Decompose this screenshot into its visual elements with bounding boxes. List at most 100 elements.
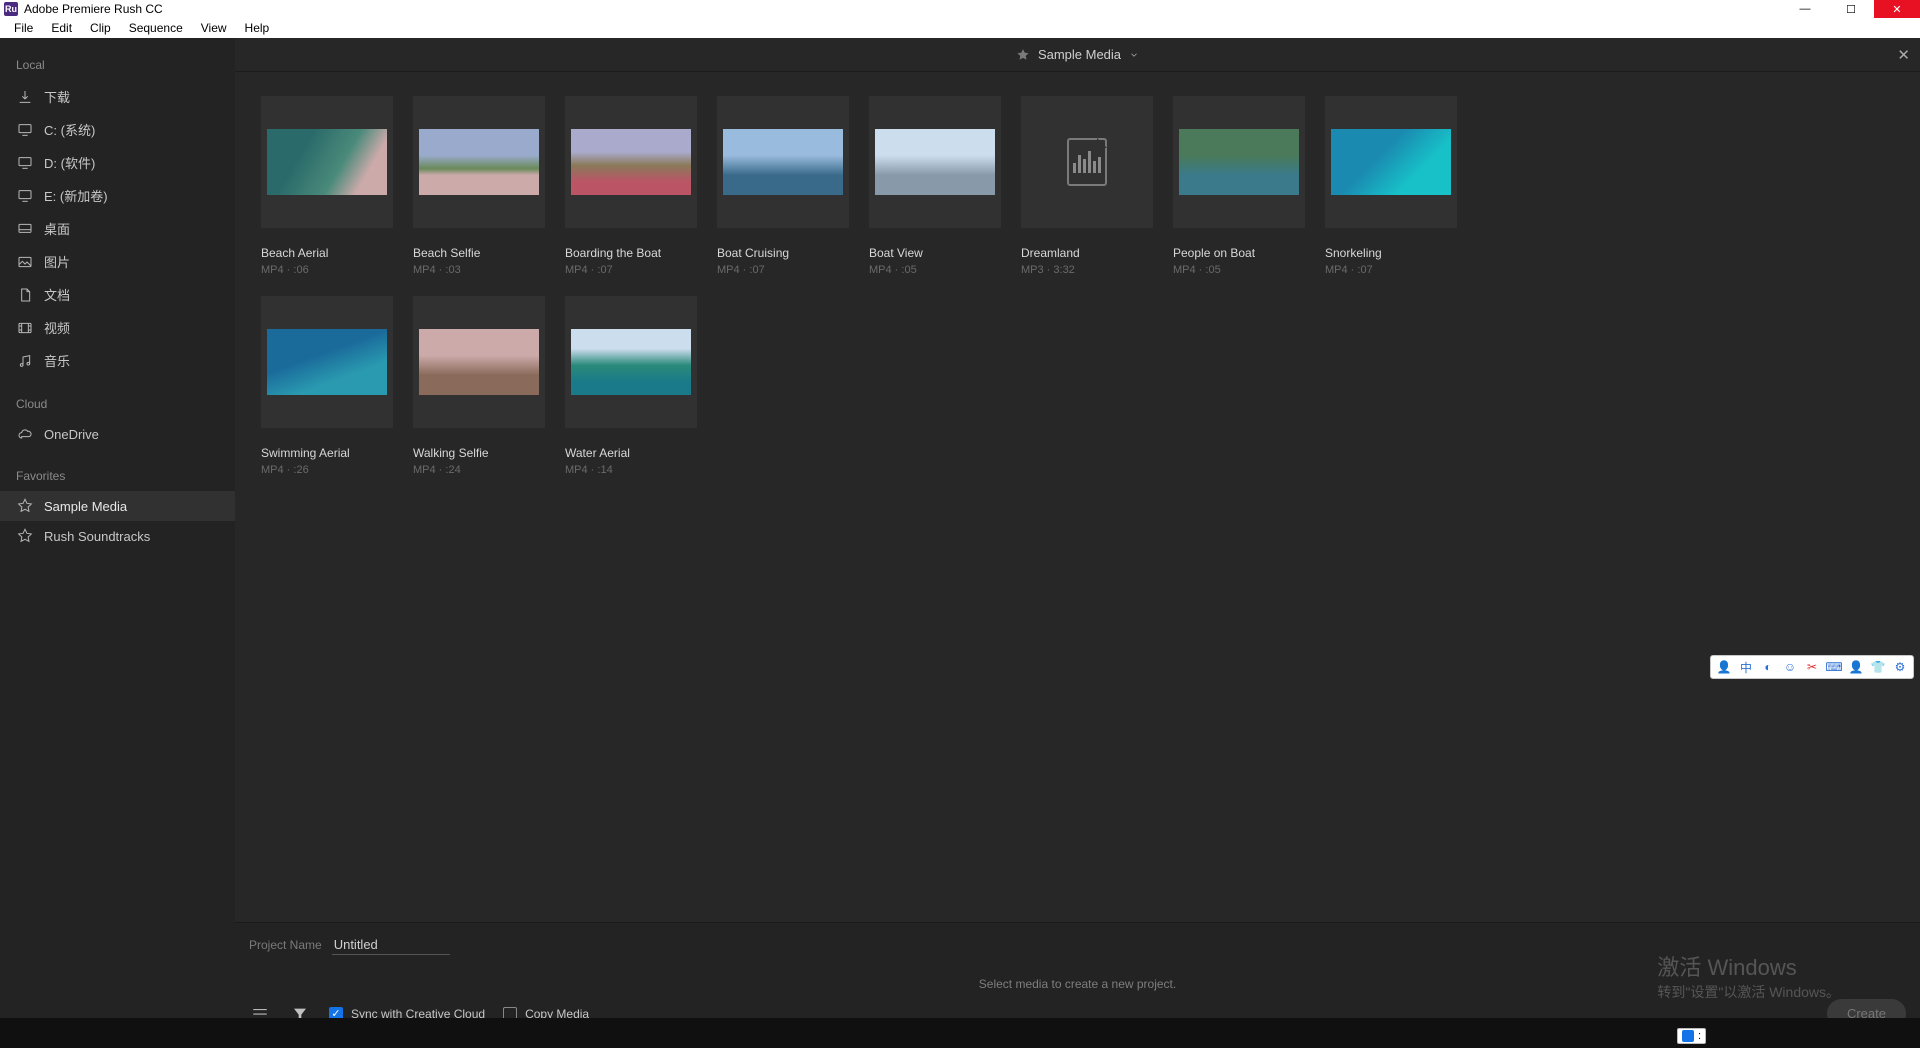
sidebar-item-onedrive[interactable]: OneDrive [0,419,235,449]
video-thumbnail [413,296,545,428]
language-indicator[interactable]: : [1677,1028,1706,1044]
sidebar-item-label: Rush Soundtracks [44,529,150,544]
menu-edit[interactable]: Edit [43,19,80,37]
lang-dot-icon [1682,1030,1694,1042]
sidebar-section-cloud: Cloud [0,391,235,419]
menu-view[interactable]: View [193,19,235,37]
close-panel-button[interactable]: ✕ [1897,46,1910,64]
monitor-icon [16,188,34,204]
thumb-image [267,129,387,195]
thumb-image [723,129,843,195]
media-title: People on Boat [1173,246,1305,260]
project-name-input[interactable] [332,935,450,955]
thumb-image [419,129,539,195]
sidebar-item-label: 下载 [44,87,70,106]
project-name-label: Project Name [249,938,322,952]
ime-contact-icon[interactable]: 👤 [1847,658,1865,676]
sidebar-item-label: Sample Media [44,499,127,514]
sidebar-item-rush-soundtracks[interactable]: Rush Soundtracks [0,521,235,551]
thumb-image [875,129,995,195]
media-card[interactable]: Boat ViewMP4 · :05 [869,96,1001,276]
ime-scissors-icon[interactable]: ✂ [1803,658,1821,676]
media-title: Boat View [869,246,1001,260]
app-body: Local 下载 C: (系统) D: (软件) E: (新加卷) 桌面 图片 … [0,38,1920,1018]
sidebar-item-label: 桌面 [44,219,70,238]
thumb-image [571,129,691,195]
ime-lang-zh[interactable]: 中 [1737,658,1755,676]
sidebar-item-label: OneDrive [44,427,99,442]
ime-keyboard-icon[interactable]: ⌨ [1825,658,1843,676]
menu-file[interactable]: File [6,19,41,37]
ime-settings-icon[interactable]: ⚙ [1891,658,1909,676]
media-meta: MP4 · :05 [1173,264,1305,276]
video-thumbnail [565,296,697,428]
media-card[interactable]: SnorkelingMP4 · :07 [1325,96,1457,276]
video-thumbnail [413,96,545,228]
video-thumbnail [261,96,393,228]
menu-sequence[interactable]: Sequence [121,19,191,37]
media-card[interactable]: Boarding the BoatMP4 · :07 [565,96,697,276]
star-icon [16,498,34,514]
music-icon [16,353,34,369]
media-card[interactable]: Beach Aerial MP4 · :06 [261,96,393,276]
menu-help[interactable]: Help [237,19,278,37]
sidebar-item-label: 图片 [44,252,70,271]
ime-user-icon[interactable]: 👤 [1715,658,1733,676]
media-card[interactable]: Walking SelfieMP4 · :24 [413,296,545,476]
menu-clip[interactable]: Clip [82,19,119,37]
sidebar-item-sample-media[interactable]: Sample Media [0,491,235,521]
media-card[interactable]: Boat CruisingMP4 · :07 [717,96,849,276]
bottom-strip: Project Name Select media to create a ne… [235,922,1920,1018]
image-icon [16,254,34,270]
sidebar-item-pictures[interactable]: 图片 [0,245,235,278]
sidebar: Local 下载 C: (系统) D: (软件) E: (新加卷) 桌面 图片 … [0,38,235,1018]
video-thumbnail [1325,96,1457,228]
media-card[interactable]: Swimming AerialMP4 · :26 [261,296,393,476]
ime-emoji-icon[interactable]: ☺ [1781,658,1799,676]
video-thumbnail [261,296,393,428]
video-thumbnail [1173,96,1305,228]
thumb-image [571,329,691,395]
sidebar-item-drive-e[interactable]: E: (新加卷) [0,179,235,212]
breadcrumb[interactable]: Sample Media [1016,47,1139,62]
sidebar-item-label: 音乐 [44,351,70,370]
media-meta: MP4 · :07 [1325,264,1457,276]
media-meta: MP4 · :03 [413,264,545,276]
media-card[interactable]: DreamlandMP3 · 3:32 [1021,96,1153,276]
sidebar-item-label: 文档 [44,285,70,304]
sidebar-item-music[interactable]: 音乐 [0,344,235,377]
media-title: Beach Aerial [261,246,393,260]
app-icon: Ru [4,2,18,16]
content-area: Sample Media ✕ Beach AerialMP4 · :06Beac… [235,38,1920,1018]
sidebar-item-downloads[interactable]: 下载 [0,80,235,113]
media-meta: MP4 · :07 [717,264,849,276]
media-meta: MP4 · :26 [261,464,393,476]
ime-skin-icon[interactable]: 👕 [1869,658,1887,676]
media-card[interactable]: People on Boat MP4 · :05 [1173,96,1305,276]
sidebar-item-drive-c[interactable]: C: (系统) [0,113,235,146]
sidebar-item-label: 视频 [44,318,70,337]
video-thumbnail [717,96,849,228]
media-meta: MP4 · :06 [261,264,393,276]
close-button[interactable]: ✕ [1874,0,1920,18]
thumb-image [419,329,539,395]
ime-mode-icon[interactable]: ◐ [1759,658,1777,676]
sidebar-item-drive-d[interactable]: D: (软件) [0,146,235,179]
audio-thumbnail [1021,96,1153,228]
monitor-icon [16,155,34,171]
thumb-image [267,329,387,395]
sidebar-item-desktop[interactable]: 桌面 [0,212,235,245]
thumb-image [1331,129,1451,195]
ime-toolbar[interactable]: 👤 中 ◐ ☺ ✂ ⌨ 👤 👕 ⚙ [1710,655,1914,679]
windows-taskbar[interactable] [0,1018,1920,1048]
minimize-button[interactable]: — [1782,0,1828,18]
hint-text: Select media to create a new project. [235,977,1920,991]
sidebar-item-documents[interactable]: 文档 [0,278,235,311]
media-grid: Beach Aerial MP4 · :06 Beach SelfieMP4 · :… [235,72,1920,922]
sidebar-item-label: D: (软件) [44,153,95,172]
sidebar-item-videos[interactable]: 视频 [0,311,235,344]
maximize-button[interactable]: ☐ [1828,0,1874,18]
media-card[interactable]: Water AerialMP4 · :14 [565,296,697,476]
media-card[interactable]: Beach SelfieMP4 · :03 [413,96,545,276]
audio-file-icon [1067,138,1107,186]
